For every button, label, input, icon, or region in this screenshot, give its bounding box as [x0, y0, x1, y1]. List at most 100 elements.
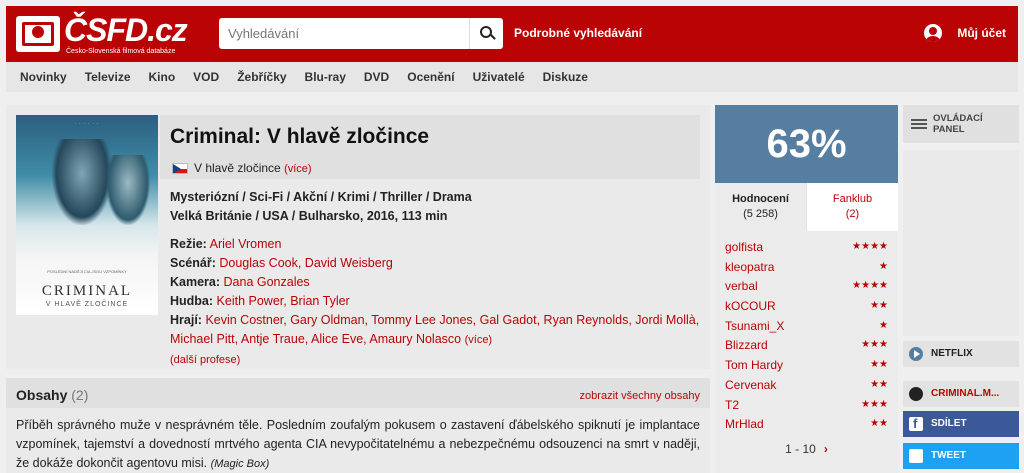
list-item: Blizzard ★★★	[725, 335, 888, 355]
pager-next-button[interactable]: ›	[824, 442, 828, 456]
list-item: kleopatra ★	[725, 257, 888, 277]
tweet-label: TWEET	[931, 450, 966, 461]
logo-text: ČSFD.cz	[64, 12, 188, 48]
user-link[interactable]: kleopatra	[725, 260, 774, 274]
nav-item-news[interactable]: Novinky	[20, 70, 67, 84]
cast-more-link[interactable]: (více)	[465, 334, 493, 346]
film-info-panel: · · · · · · POSLEDNÍ NADĚJÍ CIA JSOU VZP…	[6, 105, 710, 369]
star-rating: ★★	[870, 378, 888, 390]
official-website-link[interactable]: CRIMINAL.M...	[903, 381, 1019, 407]
director-label: Režie:	[170, 237, 207, 251]
site-logo[interactable]: ČSFD.cz Česko-Slovenská filmová databáze	[16, 12, 188, 58]
star-rating: ★★★★	[852, 241, 888, 252]
user-link[interactable]: Blizzard	[725, 338, 768, 352]
poster-face-secondary	[106, 155, 150, 225]
nav-item-charts[interactable]: Žebříčky	[237, 70, 286, 84]
nav-item-bluray[interactable]: Blu-ray	[305, 70, 346, 84]
film-details: Mysteriózní / Sci-Fi / Akční / Krimi / T…	[170, 188, 700, 370]
rating-tabs: Hodnocení (5 258) Fanklub (2)	[715, 183, 898, 231]
ratings-pager: 1 - 10 ›	[715, 442, 898, 456]
more-professions-link[interactable]: (další profese)	[170, 354, 240, 366]
star-rating: ★★★	[861, 398, 888, 410]
alt-title-more-link[interactable]: (více)	[284, 163, 312, 175]
user-link[interactable]: MrHlad	[725, 417, 764, 431]
film-header: Criminal: V hlavě zločince V hlavě zloči…	[160, 115, 700, 179]
czech-flag-icon	[172, 163, 188, 174]
music-label: Hudba:	[170, 294, 214, 308]
nav-item-vod[interactable]: VOD	[193, 70, 219, 84]
user-link[interactable]: T2	[725, 398, 739, 412]
user-link[interactable]: Tsunami_X	[725, 319, 784, 333]
user-ratings-list: golfista ★★★★ kleopatra ★ verbal ★★★★ kOCOU…	[725, 237, 888, 434]
camera-row: Kamera: Dana Gonzales	[170, 273, 700, 292]
website-label: CRIMINAL.M...	[931, 388, 1000, 399]
nav-item-cinema[interactable]: Kino	[149, 70, 176, 84]
director-link[interactable]: Ariel Vromen	[210, 237, 282, 251]
alt-title: V hlavě zločince (více)	[194, 161, 312, 175]
plots-header: Obsahy (2) zobrazit všechny obsahy	[6, 378, 710, 408]
list-item: kOCOUR ★★	[725, 296, 888, 316]
plot-source: (Magic Box)	[210, 458, 270, 470]
star-rating: ★★	[870, 418, 888, 430]
facebook-share-button[interactable]: SDÍLET	[903, 411, 1019, 437]
list-item: Tom Hardy ★★	[725, 355, 888, 375]
main-nav: Novinky Televize Kino VOD Žebříčky Blu-r…	[6, 62, 1018, 92]
my-account-link[interactable]: Můj účet	[957, 26, 1006, 40]
music-link[interactable]: Keith Power, Brian Tyler	[217, 294, 350, 308]
nav-item-dvd[interactable]: DVD	[364, 70, 389, 84]
site-header: ČSFD.cz Česko-Slovenská filmová databáze…	[6, 6, 1018, 62]
user-link[interactable]: kOCOUR	[725, 299, 776, 313]
twitter-icon	[909, 449, 923, 463]
search-input[interactable]	[219, 18, 469, 49]
nav-item-tv[interactable]: Televize	[85, 70, 131, 84]
user-link[interactable]: Cervenak	[725, 378, 776, 392]
list-item: Tsunami_X ★	[725, 316, 888, 336]
share-label: SDÍLET	[931, 418, 967, 429]
user-icon[interactable]	[924, 24, 942, 42]
show-all-plots-link[interactable]: zobrazit všechny obsahy	[580, 390, 700, 402]
pager-range: 1 - 10	[785, 442, 816, 456]
list-item: Cervenak ★★	[725, 375, 888, 395]
writers-label: Scénář:	[170, 256, 216, 270]
rating-panel: 63% Hodnocení (5 258) Fanklub (2) golfista…	[715, 105, 898, 473]
list-item: golfista ★★★★	[725, 237, 888, 257]
plots-title: Obsahy (2)	[16, 387, 89, 403]
tab-ratings[interactable]: Hodnocení (5 258)	[715, 183, 806, 231]
user-link[interactable]: verbal	[725, 279, 758, 293]
plots-count: (2)	[71, 387, 89, 403]
film-origin: Velká Británie / USA / Bulharsko, 2016, …	[170, 209, 448, 223]
star-rating: ★	[879, 260, 888, 272]
control-panel-button[interactable]: OVLÁDACÍ PANEL	[903, 105, 1019, 143]
globe-icon	[909, 387, 923, 401]
logo-film-icon	[16, 16, 60, 52]
control-panel-label: OVLÁDACÍ PANEL	[933, 113, 983, 135]
twitter-tweet-button[interactable]: TWEET	[903, 443, 1019, 469]
star-rating: ★	[879, 319, 888, 331]
poster-actors-strip: · · · · · ·	[74, 121, 100, 126]
play-icon	[909, 347, 923, 361]
nav-item-users[interactable]: Uživatelé	[473, 70, 525, 84]
nav-item-discussion[interactable]: Diskuze	[543, 70, 588, 84]
film-title: Criminal: V hlavě zločince	[170, 125, 430, 148]
cast-links[interactable]: Kevin Costner, Gary Oldman, Tommy Lee Jo…	[170, 313, 699, 346]
camera-link[interactable]: Dana Gonzales	[224, 275, 310, 289]
user-link[interactable]: golfista	[725, 240, 763, 254]
side-ad-space	[903, 150, 1019, 336]
tab-fanclub[interactable]: Fanklub (2)	[807, 183, 898, 231]
film-poster[interactable]: · · · · · · POSLEDNÍ NADĚJÍ CIA JSOU VZP…	[16, 115, 158, 315]
netflix-link[interactable]: NETFLIX	[903, 341, 1019, 367]
star-rating: ★★	[870, 359, 888, 371]
nav-item-awards[interactable]: Ocenění	[407, 70, 454, 84]
poster-subtitle: V HLAVĚ ZLOČINCE	[45, 301, 129, 308]
film-genres: Mysteriózní / Sci-Fi / Akční / Krimi / T…	[170, 190, 472, 204]
rating-score: 63%	[715, 105, 898, 183]
director-row: Režie: Ariel Vromen	[170, 235, 700, 254]
plot-text: Příběh správného muže v nesprávném těle.…	[16, 418, 700, 470]
user-link[interactable]: Tom Hardy	[725, 358, 783, 372]
list-item: verbal ★★★★	[725, 276, 888, 296]
advanced-search-link[interactable]: Podrobné vyhledávání	[514, 26, 642, 40]
search-button[interactable]	[469, 18, 503, 49]
plots-panel: Obsahy (2) zobrazit všechny obsahy Příbě…	[6, 378, 710, 473]
writers-link[interactable]: Douglas Cook, David Weisberg	[219, 256, 392, 270]
poster-tagline: POSLEDNÍ NADĚJÍ CIA JSOU VZPOMÍNKY	[47, 269, 127, 274]
